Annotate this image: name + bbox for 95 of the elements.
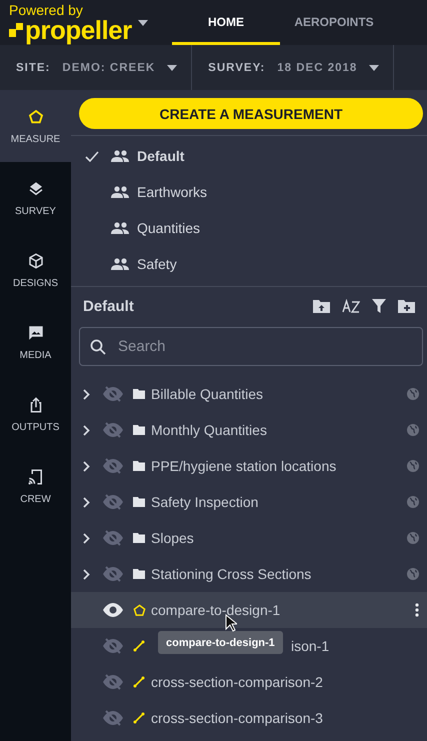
layer-label: ison-1 [291, 638, 330, 654]
sidebar-label: CREW [20, 494, 51, 504]
more-icon[interactable] [415, 603, 419, 617]
chevron-right-icon[interactable] [83, 532, 90, 544]
pentagon-icon [26, 108, 44, 126]
globe-icon [407, 532, 419, 544]
layer-row[interactable]: Slopes [71, 520, 427, 556]
layer-row[interactable]: Safety Inspection [71, 484, 427, 520]
layer-label: compare-to-design-1 [151, 602, 282, 618]
globe-icon [407, 568, 419, 580]
sidebar-label: MEASURE [10, 134, 60, 144]
filter-label: SITE: [16, 62, 50, 74]
group-item[interactable]: Quantities [71, 210, 427, 246]
sidebar-item[interactable]: DESIGNS [0, 234, 71, 306]
chevron-right-icon[interactable] [83, 388, 90, 400]
folder-icon [133, 533, 145, 543]
layer-label: Billable Quantities [151, 386, 264, 402]
layer-row[interactable]: PPE/hygiene station locations [71, 448, 427, 484]
create-measurement-button[interactable]: CREATE A MEASUREMENT [79, 98, 423, 129]
panel-title: Default [83, 298, 135, 314]
nav-tab[interactable]: AEROPOINTS [280, 0, 388, 45]
sidebar-label: SURVEY [15, 206, 56, 216]
sort-az-icon[interactable] [342, 299, 360, 313]
layer-label: Slopes [151, 530, 195, 546]
people-icon [111, 150, 129, 162]
cast-icon [26, 468, 44, 486]
people-icon [111, 258, 129, 270]
sidebar-item[interactable]: MEASURE [0, 90, 71, 162]
layer-label: Monthly Quantities [151, 422, 268, 438]
search-input[interactable]: Search [116, 337, 422, 356]
globe-icon [407, 424, 419, 436]
eye-icon[interactable] [103, 603, 123, 617]
folder-icon [133, 569, 145, 579]
layer-row[interactable]: compare-to-design-1 ison-1 [71, 628, 427, 664]
sidebar-label: MEDIA [20, 350, 52, 360]
folder-icon [133, 497, 145, 507]
search-icon [90, 338, 106, 354]
search-field[interactable]: Search [79, 327, 423, 366]
layer-row[interactable]: Monthly Quantities [71, 412, 427, 448]
folder-add-icon[interactable] [398, 300, 415, 312]
line-icon [133, 676, 145, 688]
people-icon [111, 186, 129, 198]
caret-icon [167, 64, 178, 70]
line-icon [133, 712, 145, 724]
people-icon [111, 222, 129, 234]
filter-dropdown[interactable]: SURVEY: 18 DEC 2018 [192, 45, 394, 90]
layers-icon [26, 180, 44, 198]
layer-label: cross-section-comparison-2 [151, 674, 324, 690]
group-item[interactable]: Safety [71, 246, 427, 282]
chevron-right-icon[interactable] [83, 568, 90, 580]
folder-icon [133, 461, 145, 471]
filter-label: SURVEY: [208, 62, 266, 74]
layer-label: PPE/hygiene station locations [151, 458, 338, 474]
chevron-right-icon[interactable] [83, 496, 90, 508]
layer-label: Safety Inspection [151, 494, 260, 510]
filter-value: DEMO: CREEK [62, 62, 156, 74]
layer-label: cross-section-comparison-3 [151, 710, 324, 726]
chevron-right-icon[interactable] [83, 460, 90, 472]
sidebar-item[interactable]: OUTPUTS [0, 378, 71, 450]
chevron-right-icon[interactable] [83, 424, 90, 436]
group-label: Quantities [137, 220, 200, 236]
group-label: Safety [137, 256, 177, 272]
caret-icon [369, 64, 380, 70]
sidebar-label: DESIGNS [12, 278, 58, 288]
group-label: Default [137, 148, 184, 164]
line-icon [133, 640, 145, 652]
layer-row[interactable]: Billable Quantities [71, 376, 427, 412]
globe-icon [407, 388, 419, 400]
layer-row[interactable]: cross-section-comparison-3 [71, 700, 427, 736]
sidebar-item[interactable]: SURVEY [0, 162, 71, 234]
logo-mark-icon [9, 22, 23, 36]
sidebar-item[interactable]: MEDIA [0, 306, 71, 378]
sidebar-label: OUTPUTS [12, 422, 60, 432]
check-icon [85, 150, 99, 162]
polygon-icon [133, 604, 146, 616]
layer-label: Stationing Cross Sections [151, 566, 312, 582]
layer-row[interactable]: Stationing Cross Sections [71, 556, 427, 592]
folder-icon [133, 425, 145, 435]
filter-icon[interactable] [372, 299, 386, 313]
caret-icon [138, 20, 148, 26]
filter-value: 18 DEC 2018 [277, 62, 358, 74]
folder-upload-icon[interactable] [313, 300, 330, 312]
group-item[interactable]: Earthworks [71, 174, 427, 210]
layer-row[interactable]: cross-section-comparison-2 [71, 664, 427, 700]
sidebar-item[interactable]: CREW [0, 450, 71, 522]
logo-tagline: Powered by [9, 2, 84, 16]
group-item[interactable]: Default [71, 138, 427, 174]
globe-icon [407, 496, 419, 508]
globe-icon [407, 460, 419, 472]
folder-icon [133, 389, 145, 399]
logo-wordmark: propeller [25, 16, 132, 42]
tooltip: compare-to-design-1 [158, 631, 283, 654]
image-message-icon [26, 324, 44, 342]
cube-icon [26, 252, 44, 270]
group-label: Earthworks [137, 184, 208, 200]
